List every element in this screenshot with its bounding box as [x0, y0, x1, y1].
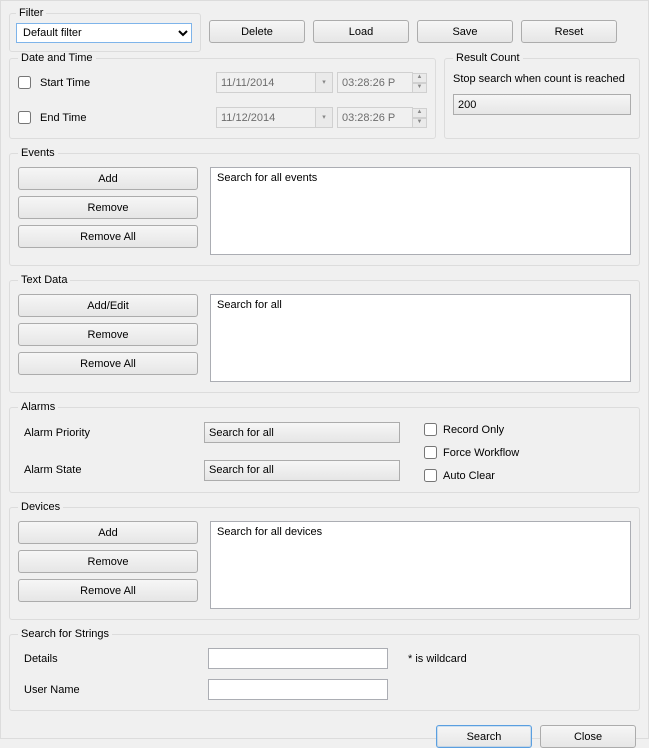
devices-add-button[interactable]: Add [18, 521, 198, 544]
devices-list-item: Search for all devices [217, 526, 624, 538]
devices-remove-all-button[interactable]: Remove All [18, 579, 198, 602]
events-remove-all-button[interactable]: Remove All [18, 225, 198, 248]
textdata-remove-button[interactable]: Remove [18, 323, 198, 346]
details-label: Details [18, 653, 198, 665]
auto-clear-checkbox[interactable] [424, 469, 437, 482]
devices-remove-button[interactable]: Remove [18, 550, 198, 573]
events-list-item: Search for all events [217, 172, 624, 184]
reset-button[interactable]: Reset [521, 20, 617, 43]
details-input[interactable] [208, 648, 388, 669]
result-count-legend: Result Count [453, 52, 523, 64]
filter-legend: Filter [16, 7, 46, 19]
spinner-icon: ▲▼ [412, 73, 427, 93]
result-count-fieldset: Result Count Stop search when count is r… [444, 52, 640, 139]
auto-clear-label: Auto Clear [443, 470, 495, 482]
end-time-label: End Time [40, 112, 110, 124]
textdata-listbox[interactable]: Search for all [210, 294, 631, 382]
save-button[interactable]: Save [417, 20, 513, 43]
textdata-fieldset: Text Data Add/Edit Remove Remove All Sea… [9, 274, 640, 393]
strings-legend: Search for Strings [18, 628, 112, 640]
force-workflow-label: Force Workflow [443, 447, 519, 459]
events-listbox[interactable]: Search for all events [210, 167, 631, 255]
close-button[interactable]: Close [540, 725, 636, 748]
textdata-addedit-button[interactable]: Add/Edit [18, 294, 198, 317]
end-time-input [337, 107, 413, 128]
start-date-input [216, 72, 316, 93]
filter-select[interactable]: Default filter [16, 23, 192, 43]
events-add-button[interactable]: Add [18, 167, 198, 190]
alarms-fieldset: Alarms Alarm Priority Search for all Ala… [9, 401, 640, 493]
alarm-priority-label: Alarm Priority [18, 427, 194, 439]
record-only-checkbox[interactable] [424, 423, 437, 436]
devices-legend: Devices [18, 501, 63, 513]
load-button[interactable]: Load [313, 20, 409, 43]
alarm-state-select[interactable]: Search for all [204, 460, 400, 481]
end-date-input [216, 107, 316, 128]
result-count-text: Stop search when count is reached [453, 72, 631, 86]
dropdown-icon: ▾ [316, 72, 333, 93]
username-label: User Name [18, 684, 198, 696]
force-workflow-checkbox[interactable] [424, 446, 437, 459]
search-button[interactable]: Search [436, 725, 532, 748]
strings-fieldset: Search for Strings Details * is wildcard… [9, 628, 640, 711]
datetime-legend: Date and Time [18, 52, 96, 64]
dropdown-icon: ▾ [316, 107, 333, 128]
textdata-list-item: Search for all [217, 299, 624, 311]
alarms-legend: Alarms [18, 401, 58, 413]
events-fieldset: Events Add Remove Remove All Search for … [9, 147, 640, 266]
start-time-input [337, 72, 413, 93]
devices-fieldset: Devices Add Remove Remove All Search for… [9, 501, 640, 620]
record-only-label: Record Only [443, 424, 504, 436]
username-input[interactable] [208, 679, 388, 700]
datetime-fieldset: Date and Time Start Time ▾ ▲▼ End Time ▾ [9, 52, 436, 139]
spinner-icon: ▲▼ [412, 108, 427, 128]
textdata-legend: Text Data [18, 274, 70, 286]
events-remove-button[interactable]: Remove [18, 196, 198, 219]
alarm-state-label: Alarm State [18, 464, 194, 476]
delete-button[interactable]: Delete [209, 20, 305, 43]
filter-dialog: { "filter": { "legend": "Filter", "selec… [0, 0, 649, 739]
result-count-select[interactable]: 200 [453, 94, 631, 115]
devices-listbox[interactable]: Search for all devices [210, 521, 631, 609]
start-time-checkbox[interactable] [18, 76, 31, 89]
alarm-priority-select[interactable]: Search for all [204, 422, 400, 443]
events-legend: Events [18, 147, 58, 159]
textdata-remove-all-button[interactable]: Remove All [18, 352, 198, 375]
filter-fieldset: Filter Default filter [9, 7, 201, 52]
wildcard-hint: * is wildcard [408, 653, 631, 665]
end-time-checkbox[interactable] [18, 111, 31, 124]
start-time-label: Start Time [40, 77, 110, 89]
